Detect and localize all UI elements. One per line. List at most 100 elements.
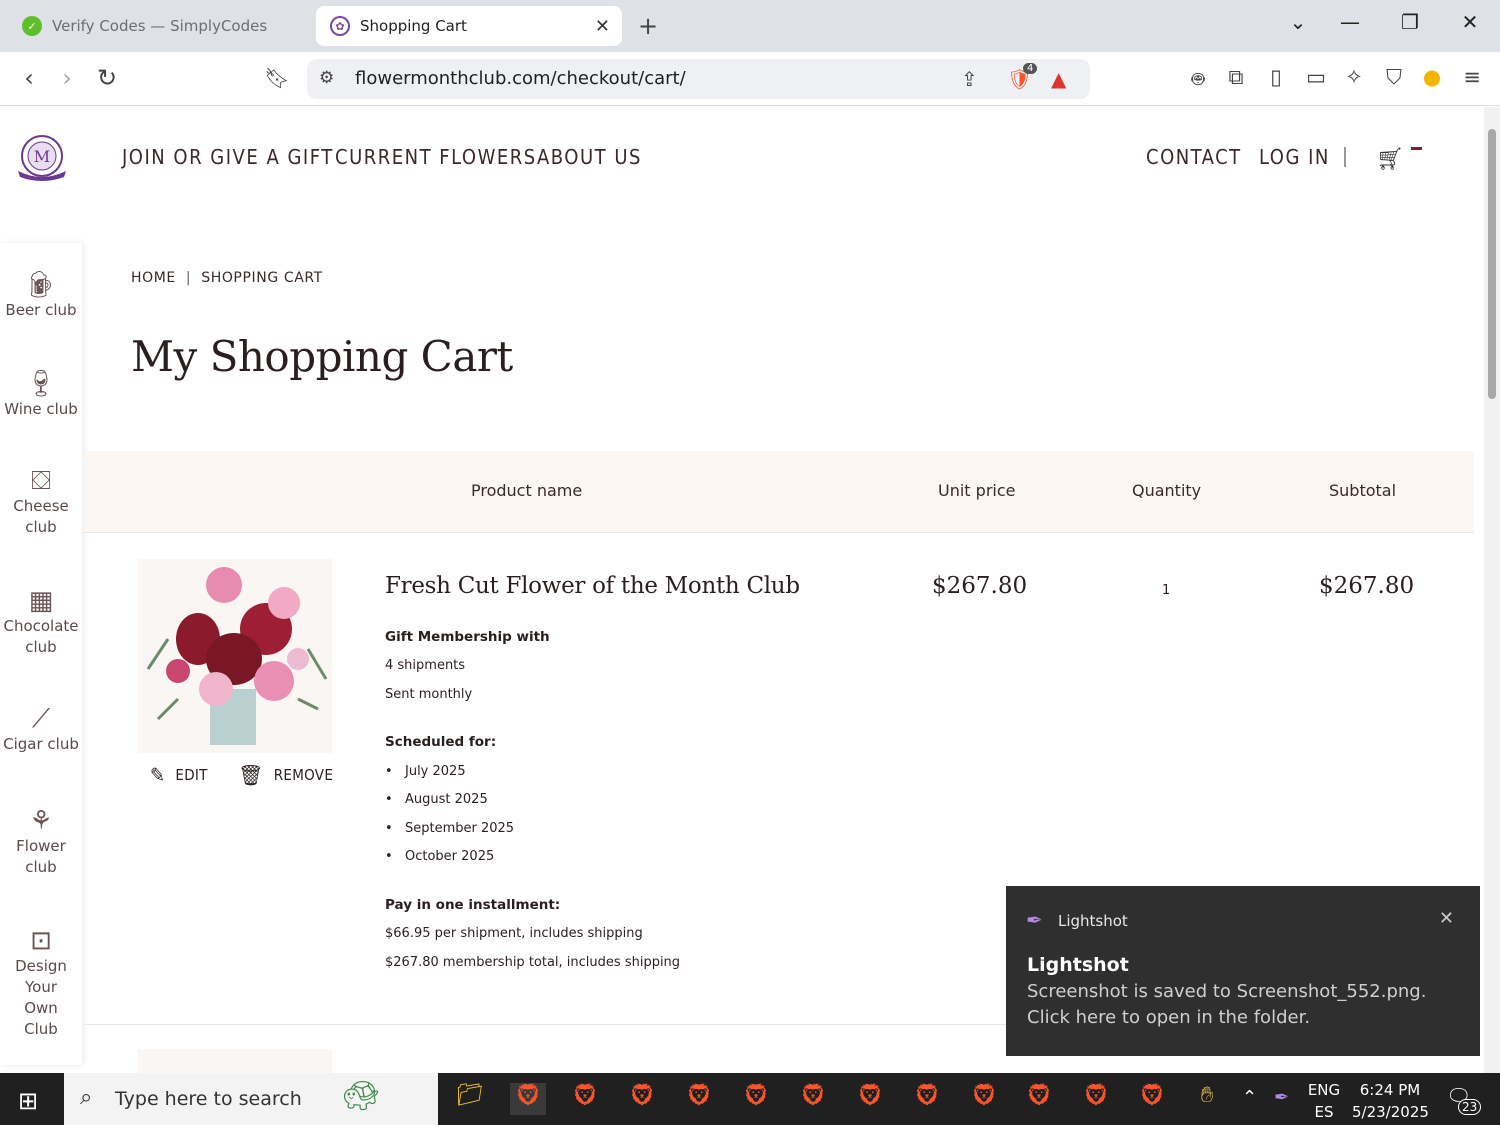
menu-icon[interactable]: ≡: [1458, 65, 1486, 89]
share-icon[interactable]: ⇪: [961, 67, 978, 91]
show-hidden-icons-chevron-icon[interactable]: ⌃: [1242, 1087, 1257, 1109]
nav-divider: [1344, 147, 1346, 167]
breadcrumb-separator: |: [185, 270, 192, 286]
edit-item-button[interactable]: ✎ EDIT: [150, 763, 208, 787]
taskbar-brave-icon[interactable]: 🦁︎: [909, 1083, 945, 1115]
page-scrollbar[interactable]: [1484, 107, 1500, 1073]
notification-app-name: Lightshot: [1058, 912, 1128, 930]
minimize-button[interactable]: —: [1330, 10, 1370, 34]
sidebar-item-cheese-club[interactable]: ⛋ Cheese club: [0, 468, 82, 538]
new-tab-button[interactable]: +: [638, 12, 658, 40]
bookmark-icon[interactable]: 🔖︎: [262, 66, 292, 90]
url-text[interactable]: flowermonthclub.com/checkout/cart/: [355, 68, 686, 89]
vpn-shield-icon[interactable]: ⛉: [1380, 65, 1408, 90]
sidebar-item-label: Cigar club: [3, 735, 79, 753]
nav-current-flowers[interactable]: CURRENT FLOWERS: [335, 145, 537, 169]
address-bar[interactable]: ⚙ flowermonthclub.com/checkout/cart/ ⇪ 🛡…: [307, 59, 1090, 99]
nav-log-in[interactable]: LOG IN: [1259, 145, 1330, 169]
remove-item-button[interactable]: 🗑︎ REMOVE: [238, 763, 333, 787]
unit-price: $267.80: [932, 573, 1028, 599]
taskbar-brave-icon[interactable]: 🦁︎: [738, 1083, 774, 1115]
browser-toolbar: ‹ › ↻ 🔖︎ ⚙ flowermonthclub.com/checkout/…: [0, 52, 1500, 106]
product-image[interactable]: [138, 559, 332, 753]
cart-indicator: [1411, 147, 1422, 150]
tab-search-chevron-icon[interactable]: ⌄: [1278, 10, 1318, 34]
sidebar-item-design-your-own-club[interactable]: ⊡ Design Your Own Club: [0, 928, 82, 1040]
taskbar-app-icon[interactable]: ✋︎: [1189, 1083, 1225, 1115]
scheduled-heading: Scheduled for:: [385, 734, 497, 750]
tab-title: Shopping Cart: [360, 17, 467, 35]
close-window-button[interactable]: ✕: [1450, 10, 1490, 34]
restore-button[interactable]: ❐: [1390, 10, 1430, 34]
browser-tab-bar: ✓ Verify Codes — SimplyCodes ✿ Shopping …: [0, 0, 1500, 52]
taskbar-brave-icon[interactable]: 🦁︎: [1134, 1083, 1170, 1115]
extensions-icon[interactable]: ⧉: [1222, 65, 1250, 90]
svg-text:M: M: [34, 147, 50, 166]
taskbar-brave-icon[interactable]: 🦁︎: [681, 1083, 717, 1115]
notification-message[interactable]: Screenshot is saved to Screenshot_552.pn…: [1027, 979, 1467, 1031]
scrollbar-thumb[interactable]: [1488, 129, 1496, 399]
sidebar-toggle-icon[interactable]: ▯: [1262, 65, 1290, 89]
flowermonthclub-favicon-icon: ✿: [330, 16, 350, 36]
sidebar-item-label: Beer club: [5, 301, 77, 319]
sidebar-item-label: Cheese club: [13, 497, 69, 536]
column-product-name: Product name: [471, 481, 583, 500]
nav-join-or-give-gift[interactable]: JOIN OR GIVE A GIFT: [122, 145, 334, 169]
lightshot-feather-icon: ✒: [1026, 908, 1043, 932]
close-notification-icon[interactable]: ✕: [1439, 908, 1454, 929]
product-name[interactable]: Fresh Cut Flower of the Month Club: [385, 573, 800, 599]
sidebar-item-chocolate-club[interactable]: ▦ Chocolate club: [0, 588, 82, 658]
page-title: My Shopping Cart: [131, 332, 513, 381]
windows-taskbar: ⊞ ⌕ Type here to search 🐢︎ 📁︎ 🦁︎ 🦁︎ 🦁︎ 🦁…: [0, 1073, 1500, 1125]
taskbar-search-box[interactable]: ⌕ Type here to search 🐢︎: [64, 1073, 438, 1125]
sidebar-item-beer-club[interactable]: 🍺︎ Beer club: [0, 272, 82, 321]
nav-contact[interactable]: CONTACT: [1146, 145, 1242, 169]
close-tab-icon[interactable]: ✕: [595, 16, 610, 37]
site-settings-icon[interactable]: ⚙: [319, 68, 334, 88]
scheduled-month: July 2025: [385, 764, 466, 779]
club-sidebar: 🍺︎ Beer club 🍷︎ Wine club ⛋ Cheese club …: [0, 243, 82, 1065]
favorites-star-icon[interactable]: ✧: [1340, 65, 1368, 89]
file-explorer-icon[interactable]: 📁︎: [452, 1083, 488, 1115]
simplycodes-extension-icon[interactable]: ●: [1418, 65, 1446, 89]
reload-button[interactable]: ↻: [92, 64, 122, 92]
sidebar-item-wine-club[interactable]: 🍷︎ Wine club: [0, 371, 82, 420]
tab-shopping-cart[interactable]: ✿ Shopping Cart ✕: [316, 6, 622, 46]
lightshot-tray-icon[interactable]: ✒: [1274, 1087, 1289, 1109]
payment-heading: Pay in one installment:: [385, 897, 561, 913]
taskbar-brave-icon[interactable]: 🦁︎: [852, 1083, 888, 1115]
pencil-icon: ✎: [150, 763, 166, 787]
tab-title: Verify Codes — SimplyCodes: [52, 17, 268, 35]
language-indicator[interactable]: ENG ES: [1306, 1079, 1342, 1123]
trash-icon: 🗑︎: [238, 763, 264, 787]
wallet-icon[interactable]: ▭: [1302, 65, 1330, 89]
tab-verify-codes[interactable]: ✓ Verify Codes — SimplyCodes: [8, 6, 308, 46]
taskbar-brave-icon[interactable]: 🦁︎: [1021, 1083, 1057, 1115]
simplycodes-favicon-icon: ✓: [22, 16, 42, 36]
breadcrumb-home[interactable]: HOME: [131, 270, 176, 286]
nav-about-us[interactable]: ABOUT US: [537, 145, 642, 169]
brave-rewards-icon[interactable]: ▲: [1051, 67, 1066, 91]
edit-label: EDIT: [175, 766, 208, 784]
taskbar-brave-icon[interactable]: 🦁︎: [1078, 1083, 1114, 1115]
forward-button[interactable]: ›: [52, 64, 82, 92]
taskbar-brave-icon[interactable]: 🦁︎: [567, 1083, 603, 1115]
taskbar-brave-icon[interactable]: 🦁︎: [966, 1083, 1002, 1115]
scheduled-month-text: October 2025: [405, 849, 495, 864]
search-placeholder: Type here to search: [115, 1088, 302, 1110]
taskbar-brave-icon[interactable]: 🦁︎: [795, 1083, 831, 1115]
sidebar-item-flower-club[interactable]: ⚘ Flower club: [0, 808, 82, 878]
windows-start-icon[interactable]: ⊞: [18, 1087, 38, 1115]
taskbar-brave-icon[interactable]: 🦁︎: [510, 1083, 546, 1115]
lightshot-notification[interactable]: ✒ Lightshot ✕ Lightshot Screenshot is sa…: [1006, 886, 1480, 1056]
back-button[interactable]: ‹: [14, 64, 44, 92]
clock-time: 6:24 PM: [1359, 1081, 1421, 1099]
cart-icon[interactable]: 🛒︎: [1376, 147, 1404, 172]
taskbar-brave-icon[interactable]: 🦁︎: [624, 1083, 660, 1115]
sidebar-item-label: Wine club: [4, 400, 78, 418]
clock[interactable]: 6:24 PM 5/23/2025: [1352, 1079, 1429, 1123]
flower-month-club-logo[interactable]: M: [14, 133, 70, 183]
cart-table-header: Product name Unit price Quantity Subtota…: [84, 451, 1474, 533]
sidebar-item-cigar-club[interactable]: ⟋ Cigar club: [0, 706, 82, 755]
leo-ai-icon[interactable]: 🤖︎: [1184, 65, 1212, 95]
